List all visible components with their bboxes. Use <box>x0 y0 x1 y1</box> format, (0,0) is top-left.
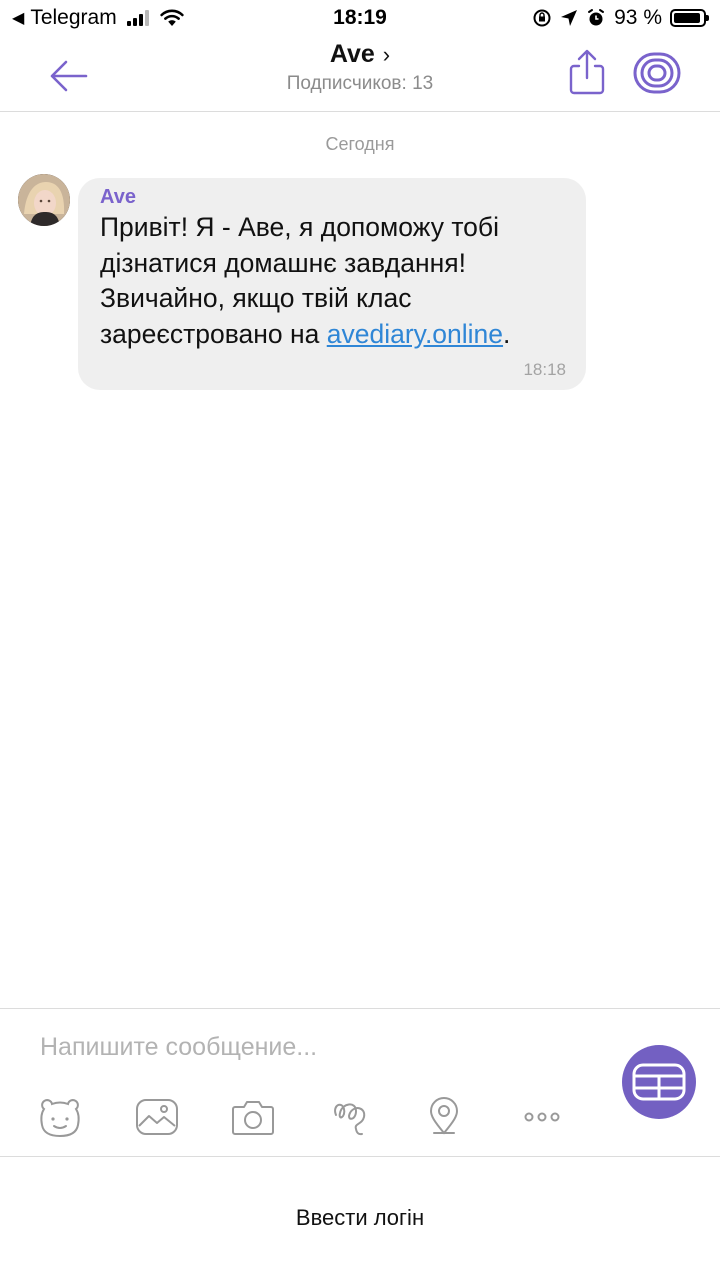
location-arrow-icon <box>561 10 578 26</box>
login-button[interactable]: Ввести логін <box>0 1205 720 1231</box>
channel-icon[interactable] <box>632 48 682 98</box>
avatar[interactable] <box>18 174 70 226</box>
chat-title-text[interactable]: Ave <box>330 40 375 69</box>
composer: Напишите сообщение... <box>0 1008 720 1156</box>
chat-header: Ave › Подписчиков: 13 <box>0 38 720 112</box>
battery-percent: 93 % <box>614 6 662 29</box>
orientation-lock-icon <box>533 9 551 27</box>
avatar-photo-icon <box>18 174 70 226</box>
date-separator: Сегодня <box>325 134 395 154</box>
subscriber-count: Подписчиков: 13 <box>286 73 434 94</box>
doodle-icon[interactable] <box>326 1095 374 1139</box>
battery-icon <box>670 9 709 27</box>
camera-icon[interactable] <box>229 1095 277 1139</box>
keyboard-grid-button[interactable] <box>622 1045 696 1119</box>
gallery-icon[interactable] <box>133 1095 181 1139</box>
location-icon[interactable] <box>420 1095 468 1139</box>
status-right: 93 % <box>532 6 709 30</box>
chat-title[interactable]: Ave › <box>330 40 390 69</box>
message-text: Привіт! Я - Аве, я допоможу тобі дізнати… <box>100 210 570 352</box>
keyboard-grid-icon <box>632 1063 686 1101</box>
back-arrow-icon[interactable] <box>46 54 90 98</box>
status-bar: ◀ Telegram 18:19 93 % <box>0 0 720 38</box>
alarm-icon <box>588 9 605 26</box>
bottom-action-bar: Ввести логін <box>0 1156 720 1280</box>
message-text-end: . <box>503 318 511 349</box>
message-sender[interactable]: Ave <box>100 186 136 209</box>
chat-title-block[interactable]: Ave › Подписчиков: 13 <box>160 40 560 95</box>
message-bubble[interactable]: Ave Привіт! Я - Аве, я допоможу тобі діз… <box>78 178 586 390</box>
share-icon[interactable] <box>566 48 608 96</box>
message-input[interactable]: Напишите сообщение... <box>40 1033 317 1062</box>
message-link[interactable]: avediary.online <box>327 319 503 349</box>
message-time: 18:18 <box>523 360 566 379</box>
more-icon[interactable] <box>518 1095 566 1139</box>
sticker-icon[interactable] <box>36 1095 84 1139</box>
chevron-right-icon[interactable]: › <box>383 42 390 68</box>
